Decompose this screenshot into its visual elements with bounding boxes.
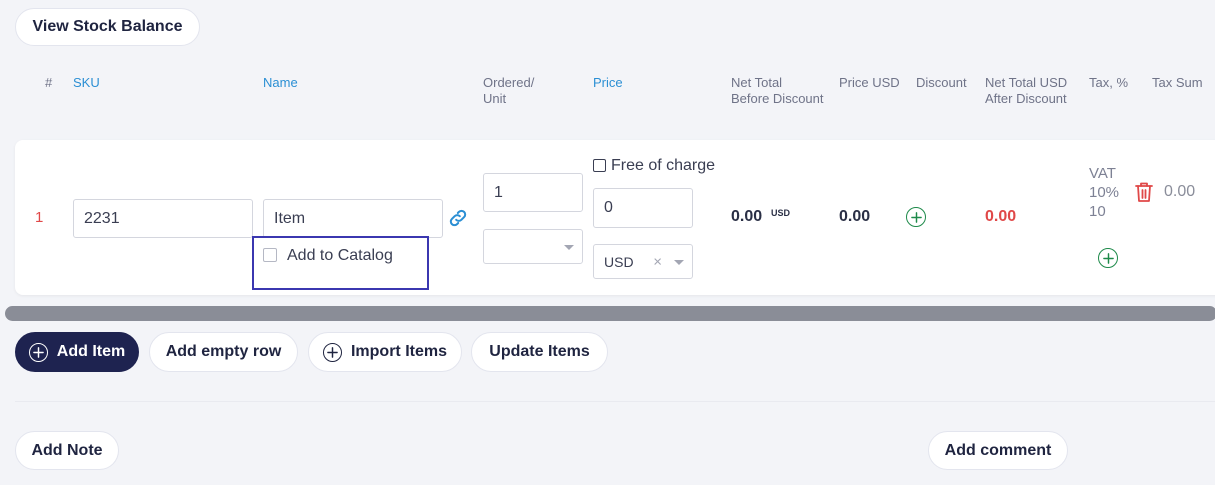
- name-input[interactable]: Item: [263, 199, 443, 238]
- add-note-button[interactable]: Add Note: [15, 431, 119, 470]
- import-items-label: Import Items: [350, 343, 447, 360]
- add-note-label: Add Note: [31, 441, 103, 459]
- add-comment-button[interactable]: Add comment: [928, 431, 1068, 470]
- section-divider: [15, 401, 1215, 402]
- plus-circle-icon: [28, 342, 48, 362]
- import-items-button[interactable]: Import Items: [308, 332, 462, 372]
- column-header-price-usd: Price USD: [839, 75, 900, 90]
- plus-circle-icon: [322, 342, 342, 362]
- price-input-value: 0: [604, 199, 613, 216]
- add-empty-row-button[interactable]: Add empty row: [149, 332, 298, 372]
- column-header-discount: Discount: [916, 75, 967, 90]
- free-of-charge-label[interactable]: Free of charge: [611, 157, 715, 175]
- currency-select-value: USD: [604, 253, 634, 270]
- net-total-currency: USD: [771, 208, 791, 218]
- name-input-value: Item: [274, 209, 306, 227]
- column-header-tax-pct: Tax, %: [1089, 75, 1129, 90]
- ordered-quantity-value: 1: [494, 183, 503, 201]
- sku-input-value: 2231: [84, 209, 120, 227]
- free-of-charge-checkbox[interactable]: [593, 159, 606, 172]
- column-header-ordered: Ordered/ Unit: [483, 75, 534, 107]
- update-items-label: Update Items: [489, 343, 590, 360]
- tax-rate: 10%: [1089, 184, 1120, 201]
- column-header-net-total-usd-line1: Net Total USD: [985, 75, 1068, 90]
- tax-code: 10: [1089, 203, 1106, 220]
- price-input[interactable]: 0: [593, 188, 693, 228]
- clear-icon[interactable]: ×: [653, 253, 662, 270]
- link-icon[interactable]: [447, 207, 469, 229]
- add-comment-label: Add comment: [944, 441, 1052, 459]
- column-header-net-total-usd: Net Total USD After Discount: [985, 75, 1067, 107]
- view-stock-balance-button[interactable]: View Stock Balance: [15, 8, 200, 46]
- column-header-net-total: Net Total Before Discount: [731, 75, 824, 107]
- column-header-net-total-line1: Net Total: [731, 75, 783, 90]
- chevron-down-icon: [674, 259, 684, 265]
- trash-icon[interactable]: [1134, 181, 1154, 203]
- net-total-value: 0.00: [731, 208, 763, 225]
- column-header-ordered-line1: Ordered/: [483, 75, 535, 90]
- column-header-net-total-line2: Before Discount: [731, 91, 824, 106]
- chevron-down-icon: [564, 244, 574, 250]
- currency-select[interactable]: USD ×: [593, 244, 693, 279]
- view-stock-balance-label: View Stock Balance: [32, 18, 183, 35]
- unit-select[interactable]: [483, 229, 583, 264]
- column-header-num: #: [45, 75, 53, 90]
- add-tax-icon[interactable]: [1098, 248, 1118, 268]
- add-to-catalog-checkbox[interactable]: [263, 248, 277, 262]
- horizontal-scrollbar[interactable]: [5, 306, 1215, 321]
- add-discount-icon[interactable]: [906, 207, 926, 227]
- sku-input[interactable]: 2231: [73, 199, 253, 238]
- tax-info: VAT 10% 10: [1089, 164, 1119, 221]
- column-header-sku[interactable]: SKU: [73, 75, 100, 91]
- column-header-ordered-line2: Unit: [483, 91, 507, 106]
- add-to-catalog-label[interactable]: Add to Catalog: [287, 247, 393, 265]
- add-item-button[interactable]: Add Item: [15, 332, 139, 372]
- column-header-price[interactable]: Price: [593, 75, 623, 91]
- column-header-name[interactable]: Name: [263, 75, 298, 91]
- row-index: 1: [35, 209, 44, 226]
- price-usd-value: 0.00: [839, 208, 871, 225]
- tax-sum-value: 0.00: [1164, 183, 1196, 200]
- add-empty-row-label: Add empty row: [165, 343, 282, 360]
- add-item-label: Add Item: [56, 343, 126, 360]
- ordered-quantity-input[interactable]: 1: [483, 173, 583, 212]
- column-header-tax-sum: Tax Sum: [1152, 75, 1203, 90]
- tax-type: VAT: [1089, 165, 1116, 182]
- column-header-net-total-usd-line2: After Discount: [985, 91, 1067, 106]
- net-total-usd-after-discount-value: 0.00: [985, 208, 1017, 225]
- update-items-button[interactable]: Update Items: [471, 332, 608, 372]
